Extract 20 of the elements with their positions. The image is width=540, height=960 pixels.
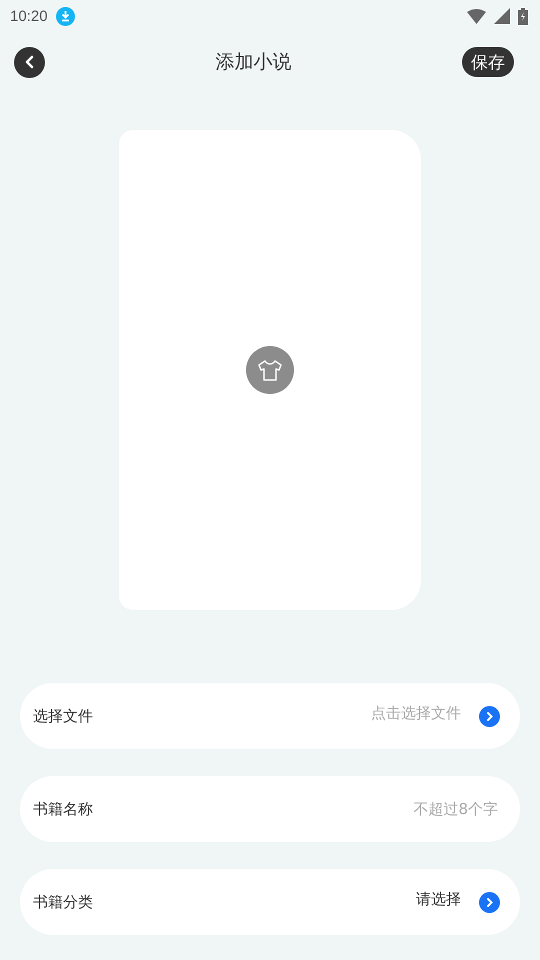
field-label: 书籍名称: [33, 800, 94, 818]
input-field[interactable]: 不超过8个字: [296, 799, 500, 819]
status-time: 10:20: [10, 8, 48, 24]
chevron-right-icon[interactable]: [479, 706, 500, 726]
select-placeholder: 点击选择文件: [371, 704, 461, 722]
back-icon[interactable]: [22, 55, 36, 69]
chevron-right-icon[interactable]: [479, 892, 500, 912]
wifi-icon: [467, 8, 486, 24]
select-value: 请选择: [416, 890, 461, 908]
field-label: 书籍分类: [33, 892, 94, 912]
download-icon: [56, 6, 75, 26]
signal-icon: [494, 8, 510, 24]
back-button[interactable]: [14, 46, 45, 78]
shirt-icon[interactable]: [246, 346, 294, 394]
field-label: 选择文件: [33, 706, 94, 726]
save-button[interactable]: 保存: [462, 47, 514, 77]
select-row[interactable]: 书籍分类 请选择: [20, 869, 520, 935]
page-title: 添加小说: [216, 50, 292, 75]
select-row[interactable]: 选择文件 点击选择文件: [20, 683, 520, 749]
battery-icon: [518, 8, 528, 24]
